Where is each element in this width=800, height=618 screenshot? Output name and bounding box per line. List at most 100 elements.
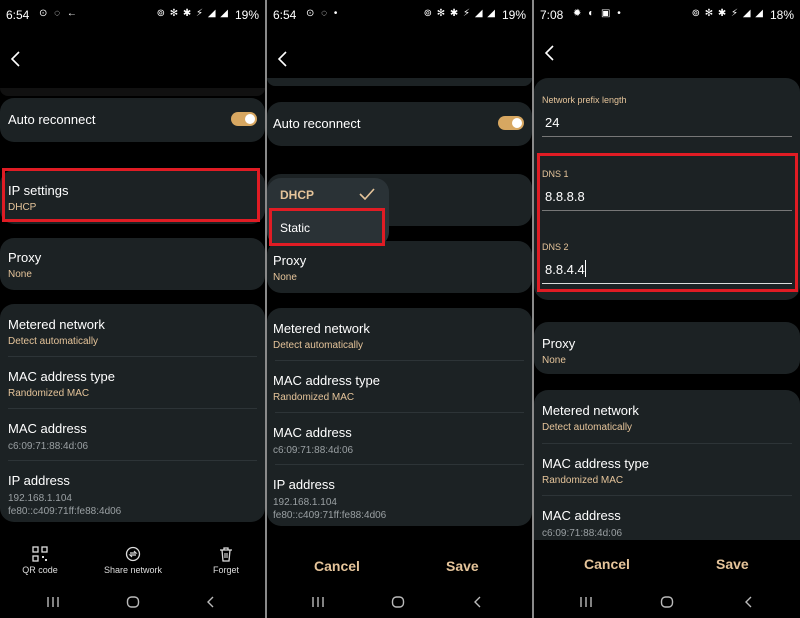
mac-address-value: c6:09:71:88:4d:06 (542, 528, 623, 539)
mac-type-row[interactable]: MAC address type Randomized MAC (542, 456, 792, 486)
proxy-row[interactable]: Proxy None (534, 322, 800, 374)
proxy-row[interactable]: Proxy None (0, 238, 265, 290)
proxy-label: Proxy (8, 250, 42, 265)
metered-network-label: Metered network (273, 321, 370, 336)
mac-type-value: Randomized MAC (8, 388, 90, 399)
proxy-value: None (273, 272, 297, 283)
status-bar: 6:54 ⊙ ◌ ← ⊚ ✻ ✱ ⚡ ◢ ◢ 19% (6, 8, 259, 24)
mac-type-label: MAC address type (542, 456, 649, 471)
qr-code-button[interactable]: QR code (18, 546, 62, 575)
mac-address-row: MAC address c6:09:71:88:4d:06 (542, 508, 792, 540)
divider (8, 408, 257, 409)
mac-type-label: MAC address type (8, 369, 115, 384)
cancel-button[interactable]: Cancel (314, 558, 360, 574)
advanced-card: Metered network Detect automatically MAC… (267, 308, 532, 526)
nav-back-icon[interactable] (744, 596, 754, 608)
auto-reconnect-label: Auto reconnect (273, 116, 361, 131)
divider (8, 460, 257, 461)
ip-address-row: IP address 192.168.1.104 fe80::c409:71ff… (273, 477, 524, 522)
metered-network-row[interactable]: Metered network Detect automatically (8, 317, 257, 347)
proxy-row[interactable]: Proxy None (267, 241, 532, 293)
ip-address-value-2: fe80::c409:71ff:fe88:4d06 (8, 506, 122, 517)
status-time: 6:54 (273, 8, 297, 22)
highlight-static-option (269, 208, 385, 246)
status-bar: 7:08 ✹ ◐ ▣ • ⊚ ✻ ✱ ⚡ ◢ ◢ 18% (540, 8, 794, 24)
proxy-label: Proxy (542, 336, 576, 351)
mac-type-value: Randomized MAC (542, 475, 624, 486)
recents-icon[interactable] (579, 596, 593, 608)
mac-type-row[interactable]: MAC address type Randomized MAC (8, 369, 257, 399)
ip-address-label: IP address (273, 477, 335, 492)
highlight-ip-settings (2, 168, 260, 222)
metered-network-label: Metered network (8, 317, 105, 332)
metered-network-row[interactable]: Metered network Detect automatically (542, 403, 792, 433)
mac-type-label: MAC address type (273, 373, 380, 388)
auto-reconnect-toggle[interactable] (498, 116, 524, 130)
ip-address-value-1: 192.168.1.104 (273, 497, 337, 508)
prefix-length-input[interactable]: 24 (545, 115, 559, 130)
home-icon[interactable] (660, 596, 674, 608)
advanced-card: Metered network Detect automatically MAC… (534, 390, 800, 540)
qr-code-icon (32, 546, 48, 562)
divider (275, 464, 524, 465)
auto-reconnect-row[interactable]: Auto reconnect (267, 102, 532, 146)
auto-reconnect-toggle[interactable] (231, 112, 257, 126)
notification-icons: ⊙ ◌ ← (39, 8, 79, 19)
battery-level: 19% (501, 8, 526, 22)
share-network-button[interactable]: Share network (100, 546, 166, 575)
mac-address-value: c6:09:71:88:4d:06 (273, 445, 354, 456)
checkmark-icon (359, 188, 375, 200)
mac-address-row: MAC address c6:09:71:88:4d:06 (273, 425, 524, 457)
home-icon[interactable] (391, 596, 405, 608)
divider (542, 443, 792, 444)
notification-icons: ✹ ◐ ▣ • (573, 8, 623, 19)
battery-level: 19% (234, 8, 259, 22)
back-arrow-icon[interactable] (542, 44, 560, 62)
forget-button[interactable]: Forget (206, 546, 246, 575)
status-time: 6:54 (6, 8, 30, 22)
notification-icons: ⊙ ◌ • (306, 8, 340, 19)
recents-icon[interactable] (46, 596, 60, 608)
status-bar: 6:54 ⊙ ◌ • ⊚ ✻ ✱ ⚡ ◢ ◢ 19% (273, 8, 526, 24)
proxy-value: None (542, 355, 566, 366)
ip-address-row: IP address 192.168.1.104 fe80::c409:71ff… (8, 473, 257, 518)
mac-address-label: MAC address (8, 421, 87, 436)
ip-address-label: IP address (8, 473, 70, 488)
metered-network-row[interactable]: Metered network Detect automatically (273, 321, 524, 351)
divider (275, 360, 524, 361)
share-network-icon (125, 546, 141, 562)
qr-code-label: QR code (22, 565, 58, 575)
nav-back-icon[interactable] (206, 596, 216, 608)
navigation-bar (534, 592, 800, 612)
mac-address-label: MAC address (273, 425, 352, 440)
back-arrow-icon[interactable] (8, 50, 26, 68)
cancel-button[interactable]: Cancel (584, 556, 630, 572)
metered-network-value: Detect automatically (542, 422, 633, 433)
battery-level: 18% (769, 8, 794, 22)
home-icon[interactable] (126, 596, 140, 608)
back-arrow-icon[interactable] (275, 50, 293, 68)
bottom-actions: QR code Share network Forget (0, 546, 265, 586)
proxy-value: None (8, 269, 32, 280)
status-time: 7:08 (540, 8, 564, 22)
save-button[interactable]: Save (446, 558, 479, 574)
divider (8, 356, 257, 357)
navigation-bar (0, 592, 265, 612)
metered-network-label: Metered network (542, 403, 639, 418)
divider (275, 412, 524, 413)
screen-ip-settings-dhcp: 6:54 ⊙ ◌ ← ⊚ ✻ ✱ ⚡ ◢ ◢ 19% Auto reconnec… (0, 0, 265, 618)
auto-reconnect-row[interactable]: Auto reconnect (0, 98, 265, 142)
mac-address-row: MAC address c6:09:71:88:4d:06 (8, 421, 257, 453)
nav-back-icon[interactable] (473, 596, 483, 608)
mac-type-row[interactable]: MAC address type Randomized MAC (273, 373, 524, 403)
prefix-length-label: Network prefix length (542, 95, 627, 105)
recents-icon[interactable] (311, 596, 325, 608)
save-button[interactable]: Save (716, 556, 749, 572)
advanced-card: Metered network Detect automatically MAC… (0, 304, 265, 522)
metered-network-value: Detect automatically (273, 340, 364, 351)
mac-address-value: c6:09:71:88:4d:06 (8, 441, 89, 452)
screen-ip-settings-dropdown: 6:54 ⊙ ◌ • ⊚ ✻ ✱ ⚡ ◢ ◢ 19% Auto reconnec… (267, 0, 532, 618)
dropdown-option-dhcp[interactable]: DHCP (280, 188, 314, 202)
auto-reconnect-label: Auto reconnect (8, 112, 96, 127)
ip-address-value-2: fe80::c409:71ff:fe88:4d06 (273, 510, 387, 521)
